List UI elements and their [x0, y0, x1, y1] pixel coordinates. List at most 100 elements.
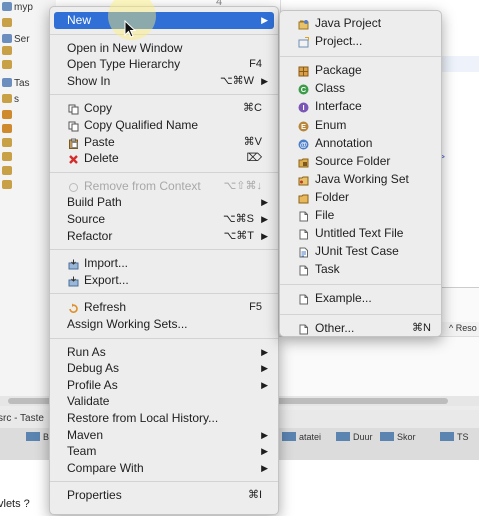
submenu-item-enum[interactable]: E Enum	[280, 117, 441, 134]
toolbar-item[interactable]: Duur	[336, 432, 373, 442]
submenu-item-label: Class	[315, 81, 346, 96]
tree-item-icon	[2, 94, 12, 103]
toolbar-item[interactable]: TS	[440, 432, 469, 442]
menu-item-maven[interactable]: Maven ▶	[50, 427, 278, 444]
tree-item[interactable]: s	[2, 94, 19, 108]
menu-item-source[interactable]: Source ⌥⌘S ▶	[50, 211, 278, 228]
tree-item[interactable]	[2, 152, 14, 166]
tree-item-icon	[2, 18, 12, 27]
toolbar-item-label: Duur	[353, 432, 373, 442]
submenu-item-java-working-set[interactable]: Java Working Set	[280, 171, 441, 188]
bottom-tab[interactable]: src - Taste	[0, 413, 44, 424]
toolbar-item[interactable]: Skor	[380, 432, 416, 442]
menu-item-run-as[interactable]: Run As ▶	[50, 344, 278, 361]
menu-item-label: Build Path	[67, 195, 122, 210]
tree-item[interactable]	[2, 138, 14, 152]
menu-item-open-type-hierarchy[interactable]: Open Type Hierarchy F4	[50, 56, 278, 73]
submenu-item-untitled-text-file[interactable]: Untitled Text File	[280, 225, 441, 242]
menu-item-copy[interactable]: Copy ⌘C	[50, 100, 278, 117]
menu-item-paste[interactable]: Paste ⌘V	[50, 134, 278, 151]
submenu-item-java-project[interactable]: Java Project	[280, 15, 441, 32]
menu-item-refactor[interactable]: Refactor ⌥⌘T ▶	[50, 228, 278, 245]
copy-qualified-icon	[68, 120, 79, 132]
submenu-item-junit-test-case[interactable]: JUnit Test Case	[280, 243, 441, 260]
menu-item-restore-from-local-history[interactable]: Restore from Local History...	[50, 410, 278, 427]
menu-item-label: Import...	[84, 256, 129, 271]
tree-item[interactable]	[2, 166, 14, 180]
menu-item-validate[interactable]: Validate	[50, 393, 278, 410]
menu-item-debug-as[interactable]: Debug As ▶	[50, 360, 278, 377]
results-tab[interactable]: ^ Reso	[449, 323, 477, 333]
menu-item-assign-working-sets[interactable]: Assign Working Sets...	[50, 316, 278, 333]
submenu-item-package[interactable]: Package	[280, 62, 441, 79]
menu-item-label: Compare With	[67, 460, 144, 475]
tree-item-icon	[2, 46, 12, 55]
menu-item-refresh[interactable]: Refresh F5	[50, 299, 278, 316]
menu-item-open-in-new-window[interactable]: Open in New Window	[50, 40, 278, 57]
remove-context-icon	[68, 181, 79, 192]
submenu-arrow-icon: ▶	[261, 230, 268, 241]
submenu-separator	[280, 56, 441, 58]
toolbar-item-icon	[440, 432, 454, 441]
enum-icon: E	[298, 120, 309, 131]
submenu-item-project[interactable]: Project...	[280, 33, 441, 50]
submenu-item-file[interactable]: File	[280, 207, 441, 224]
tree-item-icon	[2, 124, 12, 133]
tree-item[interactable]	[2, 124, 14, 138]
project-icon	[298, 36, 309, 48]
tree-item[interactable]	[2, 110, 14, 124]
menu-item-label: Remove from Context	[84, 178, 201, 193]
import-icon	[68, 258, 79, 270]
submenu-arrow-icon: ▶	[261, 346, 268, 357]
submenu-item-label: File	[315, 208, 335, 222]
tree-item-icon	[2, 2, 12, 11]
submenu-item-other[interactable]: Other... ⌘N	[280, 320, 441, 337]
tree-item[interactable]	[2, 180, 14, 194]
menu-item-compare-with[interactable]: Compare With ▶	[50, 460, 278, 477]
tree-item[interactable]: Tas	[2, 78, 30, 92]
submenu-item-label: Task	[315, 262, 340, 277]
submenu-arrow-icon: ▶	[261, 15, 268, 25]
tree-item[interactable]: myp	[2, 2, 33, 16]
tree-item[interactable]	[2, 46, 14, 60]
submenu-item-label: Example...	[315, 291, 372, 306]
annotation-icon: @	[298, 138, 309, 150]
tree-item-label: Ser	[14, 34, 30, 45]
submenu-item-folder[interactable]: Folder	[280, 189, 441, 206]
export-icon	[68, 275, 79, 287]
tree-item[interactable]	[2, 60, 14, 74]
menu-separator	[50, 337, 278, 339]
menu-item-build-path[interactable]: Build Path ▶	[50, 194, 278, 211]
menu-item-shortcut: ⌥⌘T	[223, 229, 254, 242]
toolbar-item[interactable]: atatei	[282, 432, 321, 442]
submenu-item-label: Annotation	[315, 135, 373, 150]
submenu-item-interface[interactable]: I Interface	[280, 98, 441, 115]
menu-item-export[interactable]: Export...	[50, 272, 278, 289]
submenu-item-annotation[interactable]: @ Annotation	[280, 135, 441, 152]
submenu-item-source-folder[interactable]: Source Folder	[280, 153, 441, 170]
menu-item-label: New	[67, 13, 92, 27]
menu-separator	[50, 94, 278, 96]
submenu-item-class[interactable]: C Class	[280, 80, 441, 97]
menu-item-delete[interactable]: Delete ⌦	[50, 150, 278, 167]
copy-icon	[68, 103, 79, 115]
menu-item-label: Copy	[84, 101, 113, 116]
submenu-item-task[interactable]: Task	[280, 261, 441, 278]
tree-item-icon	[2, 152, 12, 161]
menu-item-shortcut: ⌦	[246, 152, 262, 165]
menu-item-properties[interactable]: Properties ⌘I	[50, 487, 278, 504]
menu-item-show-in[interactable]: Show In ⌥⌘W ▶	[50, 73, 278, 90]
menu-item-profile-as[interactable]: Profile As ▶	[50, 377, 278, 394]
tree-item[interactable]	[2, 18, 14, 32]
submenu-item-example[interactable]: Example...	[280, 290, 441, 307]
tree-item-icon	[2, 166, 12, 175]
folder-icon	[298, 192, 309, 204]
menu-item-label: Refactor	[67, 228, 113, 243]
menu-item-team[interactable]: Team ▶	[50, 443, 278, 460]
menu-item-copy-qualified-name[interactable]: Copy Qualified Name	[50, 117, 278, 134]
menu-item-label: Profile As	[67, 377, 118, 392]
menu-item-new[interactable]: New ▶	[54, 12, 274, 29]
tree-item-label: myp	[14, 2, 33, 13]
menu-item-import[interactable]: Import...	[50, 255, 278, 272]
submenu-item-label: Interface	[315, 99, 362, 114]
